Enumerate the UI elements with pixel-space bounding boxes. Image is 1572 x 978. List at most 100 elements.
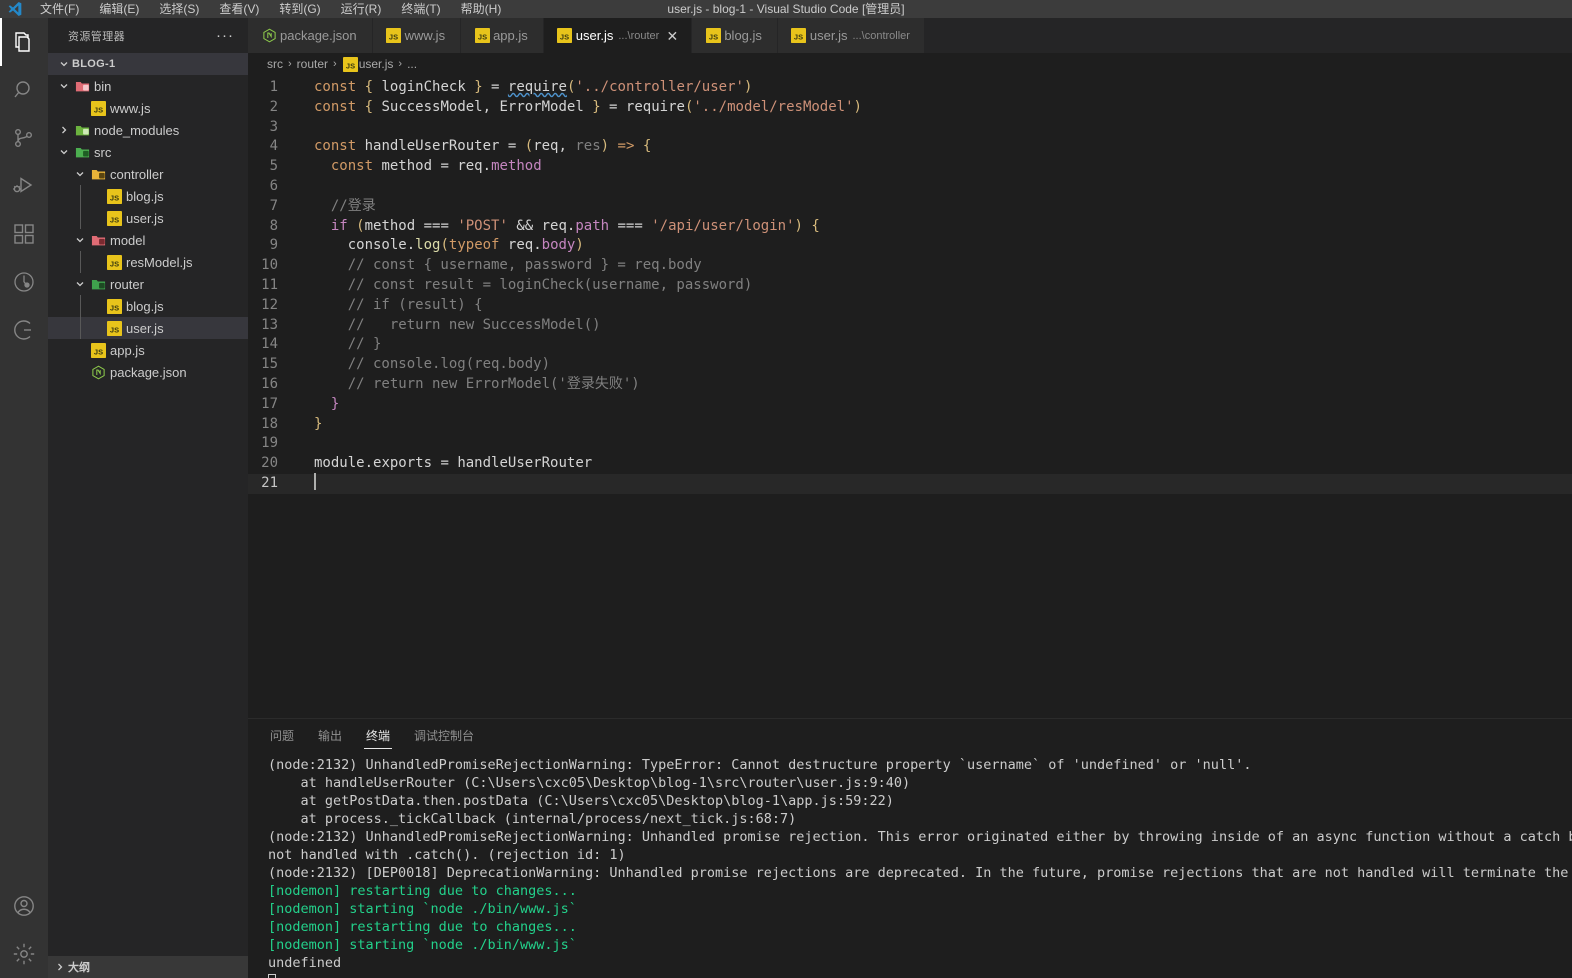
- breadcrumb-item[interactable]: ...: [407, 57, 417, 71]
- tree-folder-controller[interactable]: controller: [48, 163, 248, 185]
- terminal-output[interactable]: (node:2132) UnhandledPromiseRejectionWar…: [248, 754, 1572, 978]
- gear-icon[interactable]: [0, 930, 48, 978]
- code-line[interactable]: 15 // console.log(req.body): [248, 355, 1572, 375]
- code-text[interactable]: // const result = loginCheck(username, p…: [296, 276, 753, 296]
- code-text[interactable]: [296, 473, 316, 494]
- tree-root-folder[interactable]: BLOG-1: [48, 53, 248, 75]
- code-text[interactable]: // return new SuccessModel(): [296, 316, 601, 336]
- code-text[interactable]: // }: [296, 335, 382, 355]
- chevron-right-icon[interactable]: [52, 962, 68, 972]
- explorer-icon[interactable]: [0, 18, 48, 66]
- code-text[interactable]: const handleUserRouter = (req, res) => {: [296, 137, 651, 157]
- account-icon[interactable]: [0, 882, 48, 930]
- code-text[interactable]: module.exports = handleUserRouter: [296, 454, 592, 474]
- remote-explorer-icon[interactable]: [0, 306, 48, 354]
- menu-go[interactable]: 转到(G): [269, 0, 330, 18]
- breadcrumb-item[interactable]: user.js: [359, 57, 394, 71]
- code-line[interactable]: 14 // }: [248, 335, 1572, 355]
- code-line[interactable]: 9 console.log(typeof req.body): [248, 236, 1572, 256]
- search-icon[interactable]: [0, 66, 48, 114]
- code-editor[interactable]: 1 const { loginCheck } = require('../cont…: [248, 75, 1572, 718]
- chevron-down-icon[interactable]: [56, 81, 72, 91]
- chevron-down-icon[interactable]: [56, 59, 72, 69]
- close-icon[interactable]: ✕: [663, 29, 681, 43]
- breadcrumb-item[interactable]: router: [297, 57, 328, 71]
- chevron-down-icon[interactable]: [72, 235, 88, 245]
- panel-tab-问题[interactable]: 问题: [268, 719, 296, 754]
- sidebar-sections[interactable]: 大纲: [48, 956, 248, 978]
- extensions-icon[interactable]: [0, 210, 48, 258]
- code-text[interactable]: // if (result) {: [296, 296, 483, 316]
- code-text[interactable]: // return new ErrorModel('登录失败'): [296, 375, 640, 395]
- code-text[interactable]: }: [296, 395, 339, 415]
- menu-run[interactable]: 运行(R): [331, 0, 392, 18]
- tree-file-user.js[interactable]: JS user.js: [48, 317, 248, 339]
- tree-file-package.json[interactable]: package.json: [48, 361, 248, 383]
- panel-tab-调试控制台[interactable]: 调试控制台: [412, 719, 476, 754]
- tree-folder-model[interactable]: model: [48, 229, 248, 251]
- more-actions-icon[interactable]: ···: [216, 27, 240, 44]
- code-line[interactable]: 2 const { SuccessModel, ErrorModel } = re…: [248, 98, 1572, 118]
- tree-file-blog.js[interactable]: JS blog.js: [48, 185, 248, 207]
- breadcrumb-item[interactable]: src: [267, 57, 283, 71]
- code-text[interactable]: // const { username, password } = req.bo…: [296, 256, 702, 276]
- code-text[interactable]: }: [296, 415, 322, 435]
- editor-tab-user-js[interactable]: JS user.js ...\router ✕: [543, 18, 693, 53]
- code-text[interactable]: const { loginCheck } = require('../contr…: [296, 78, 752, 98]
- editor-tab-blog-js[interactable]: JS blog.js: [692, 18, 778, 53]
- code-line[interactable]: 10 // const { username, password } = req…: [248, 256, 1572, 276]
- code-text[interactable]: // console.log(req.body): [296, 355, 550, 375]
- code-line[interactable]: 5 const method = req.method: [248, 157, 1572, 177]
- menu-view[interactable]: 查看(V): [209, 0, 269, 18]
- tree-file-resModel.js[interactable]: JS resModel.js: [48, 251, 248, 273]
- code-text[interactable]: const { SuccessModel, ErrorModel } = req…: [296, 98, 862, 118]
- tree-folder-router[interactable]: router: [48, 273, 248, 295]
- code-line[interactable]: 19: [248, 434, 1572, 454]
- code-text[interactable]: //登录: [296, 197, 376, 217]
- tree-file-app.js[interactable]: JS app.js: [48, 339, 248, 361]
- panel-tab-bar[interactable]: 问题 输出 终端 调试控制台: [248, 719, 1572, 754]
- tree-file-blog.js[interactable]: JS blog.js: [48, 295, 248, 317]
- code-line[interactable]: 13 // return new SuccessModel(): [248, 316, 1572, 336]
- code-line[interactable]: 3: [248, 118, 1572, 138]
- chevron-down-icon[interactable]: [72, 279, 88, 289]
- tree-folder-src[interactable]: src: [48, 141, 248, 163]
- run-and-debug-icon[interactable]: [0, 162, 48, 210]
- menu-bar[interactable]: 文件(F) 编辑(E) 选择(S) 查看(V) 转到(G) 运行(R) 终端(T) 帮助(H): [30, 0, 511, 18]
- editor-tab-app-js[interactable]: JS app.js: [461, 18, 544, 53]
- tree-folder-node_modules[interactable]: node_modules: [48, 119, 248, 141]
- panel-tab-输出[interactable]: 输出: [316, 719, 344, 754]
- tree-file-www.js[interactable]: JS www.js: [48, 97, 248, 119]
- code-text[interactable]: console.log(typeof req.body): [296, 236, 584, 256]
- code-line[interactable]: 18}: [248, 415, 1572, 435]
- file-tree[interactable]: bin JS www.js node_modules src controller JS bl…: [48, 75, 248, 956]
- menu-selection[interactable]: 选择(S): [149, 0, 209, 18]
- editor-tab-bar[interactable]: package.json JS www.js JS app.js JS user.js...…: [248, 18, 1572, 53]
- source-control-icon[interactable]: [0, 114, 48, 162]
- code-line[interactable]: 20 module.exports = handleUserRouter: [248, 454, 1572, 474]
- testing-icon[interactable]: [0, 258, 48, 306]
- tree-folder-bin[interactable]: bin: [48, 75, 248, 97]
- menu-file[interactable]: 文件(F): [30, 0, 89, 18]
- editor-tab-www-js[interactable]: JS www.js: [372, 18, 462, 53]
- menu-terminal[interactable]: 终端(T): [391, 0, 450, 18]
- chevron-down-icon[interactable]: [56, 147, 72, 157]
- code-line[interactable]: 7 //登录: [248, 197, 1572, 217]
- activity-bar[interactable]: [0, 18, 48, 978]
- breadcrumb[interactable]: src › router › JS user.js ›...: [248, 53, 1572, 75]
- code-line[interactable]: 11 // const result = loginCheck(username…: [248, 276, 1572, 296]
- code-line[interactable]: 21: [248, 473, 1572, 494]
- menu-help[interactable]: 帮助(H): [451, 0, 512, 18]
- code-line[interactable]: 17 }: [248, 395, 1572, 415]
- chevron-down-icon[interactable]: [72, 169, 88, 179]
- code-line[interactable]: 8 if (method === 'POST' && req.path === …: [248, 217, 1572, 237]
- chevron-right-icon[interactable]: [56, 125, 72, 135]
- code-line[interactable]: 1 const { loginCheck } = require('../cont…: [248, 78, 1572, 98]
- editor-tab-package-json[interactable]: package.json: [248, 18, 373, 53]
- code-text[interactable]: const method = req.method: [296, 157, 542, 177]
- code-text[interactable]: if (method === 'POST' && req.path === '/…: [296, 217, 820, 237]
- code-line[interactable]: 16 // return new ErrorModel('登录失败'): [248, 375, 1572, 395]
- code-line[interactable]: 12 // if (result) {: [248, 296, 1572, 316]
- code-line[interactable]: 6: [248, 177, 1572, 197]
- tree-file-user.js[interactable]: JS user.js: [48, 207, 248, 229]
